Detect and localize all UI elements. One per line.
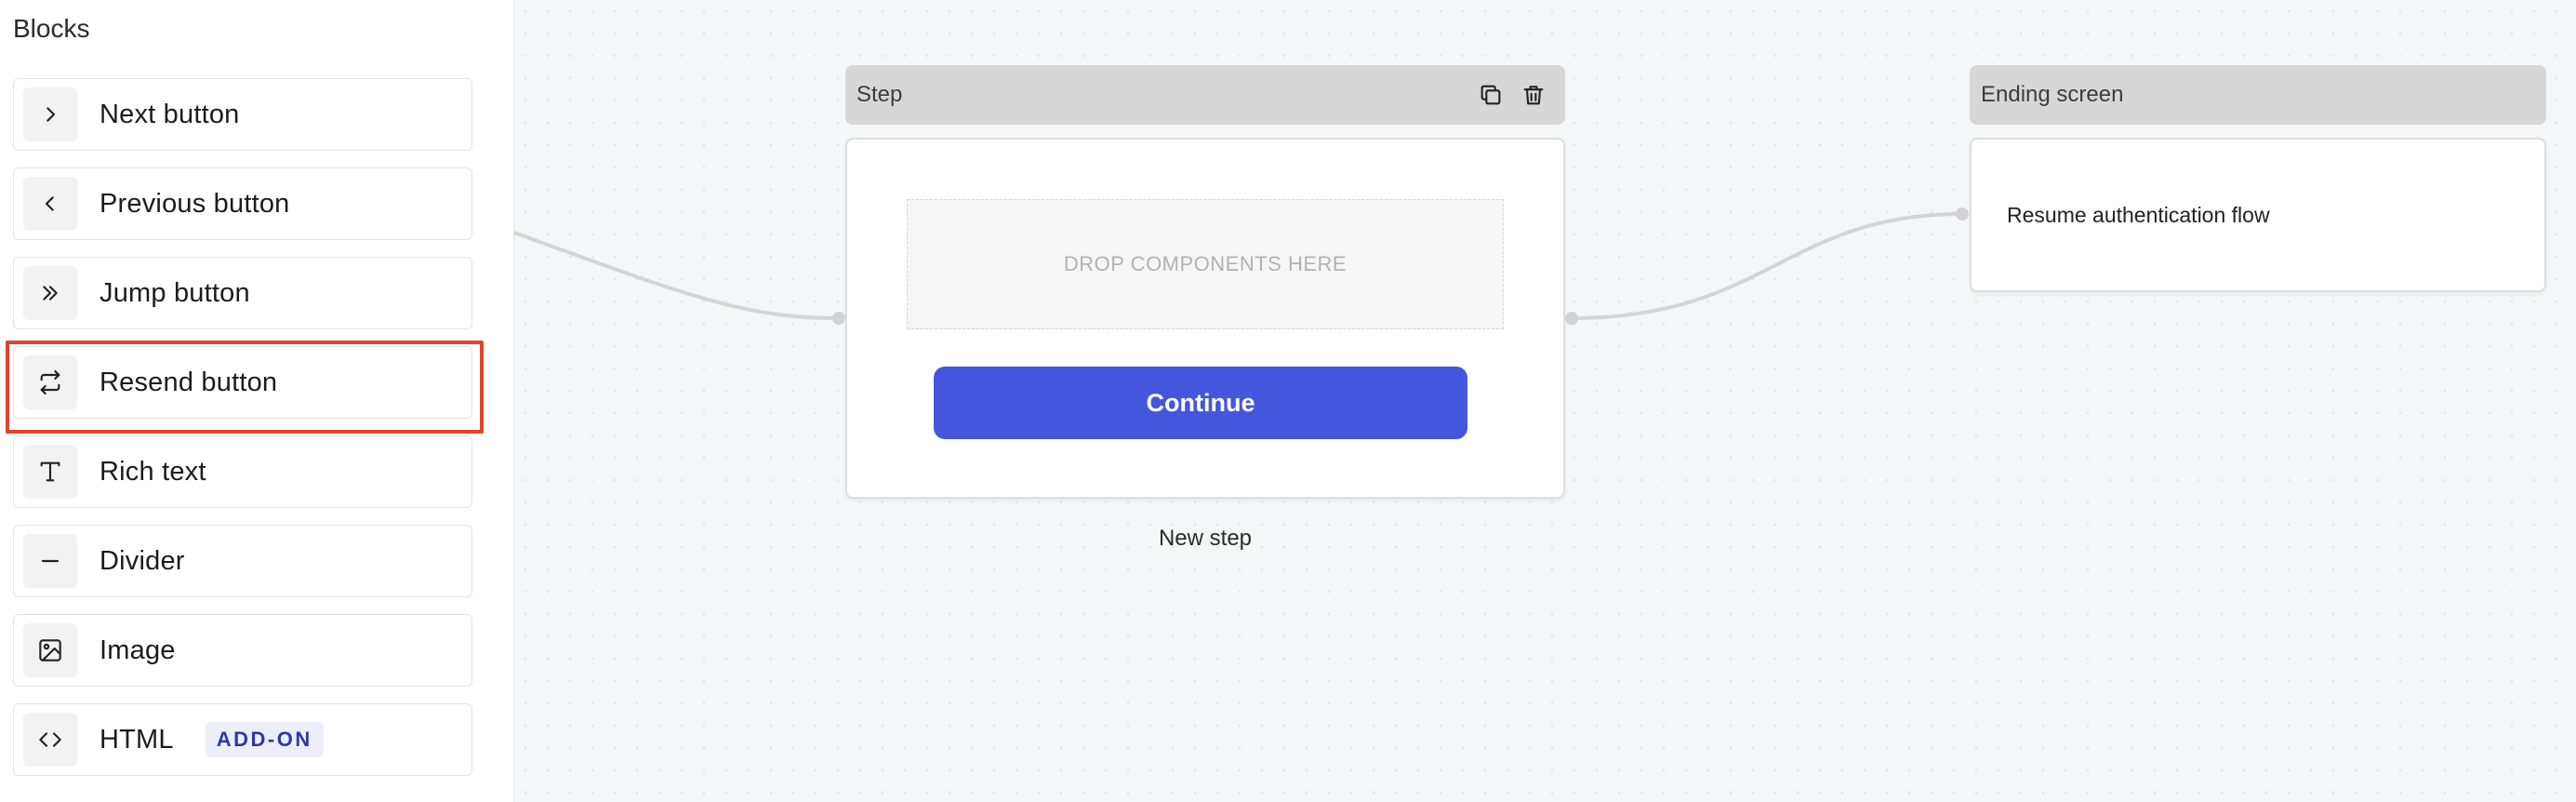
ending-node-header[interactable]: Ending screen <box>1970 65 2546 125</box>
block-label: Resend button <box>100 367 278 397</box>
block-html[interactable]: HTML ADD-ON <box>13 703 472 776</box>
repeat-arrows-icon <box>23 355 77 409</box>
block-next-button[interactable]: Next button <box>13 78 472 151</box>
block-divider[interactable]: Divider <box>13 525 472 597</box>
block-image[interactable]: Image <box>13 614 472 687</box>
double-chevron-right-icon <box>23 266 77 320</box>
step-node-caption[interactable]: New step <box>845 526 1565 552</box>
step-output-handle[interactable] <box>1565 312 1578 325</box>
block-rich-text[interactable]: Rich text <box>13 435 472 508</box>
block-jump-button[interactable]: Jump button <box>13 257 472 329</box>
block-resend-button[interactable]: Resend button <box>13 346 472 419</box>
sidebar-title: Blocks <box>13 14 90 43</box>
chevron-right-icon <box>23 87 77 141</box>
ending-node-title: Ending screen <box>1981 82 2124 107</box>
blocks-sidebar: Blocks Next button Previous button Jump … <box>0 0 514 802</box>
step-node-title: Step <box>856 82 903 107</box>
block-label: Next button <box>100 99 240 129</box>
step-node-body[interactable]: DROP COMPONENTS HERE Continue <box>845 138 1565 499</box>
block-label: Previous button <box>100 188 290 219</box>
code-icon <box>23 713 77 767</box>
block-label: Rich text <box>100 456 206 487</box>
duplicate-icon[interactable] <box>1478 82 1504 108</box>
add-on-badge: ADD-ON <box>205 722 324 757</box>
chevron-left-icon <box>23 177 77 231</box>
block-label: Jump button <box>100 277 250 308</box>
block-label: Image <box>100 635 176 665</box>
block-label: HTML <box>100 724 174 755</box>
block-label: Divider <box>100 545 185 576</box>
image-icon <box>23 623 77 677</box>
step-node-header[interactable]: Step <box>845 65 1565 125</box>
ending-node-body[interactable]: Resume authentication flow <box>1970 138 2546 292</box>
ending-input-handle[interactable] <box>1956 207 1969 221</box>
trash-icon[interactable] <box>1520 82 1547 108</box>
continue-button[interactable]: Continue <box>934 367 1467 439</box>
drop-components-zone[interactable]: DROP COMPONENTS HERE <box>907 199 1504 329</box>
step-input-handle[interactable] <box>832 312 845 325</box>
block-previous-button[interactable]: Previous button <box>13 167 472 240</box>
ending-node-text: Resume authentication flow <box>2007 203 2270 227</box>
minus-icon <box>23 534 77 588</box>
text-icon <box>23 445 77 499</box>
